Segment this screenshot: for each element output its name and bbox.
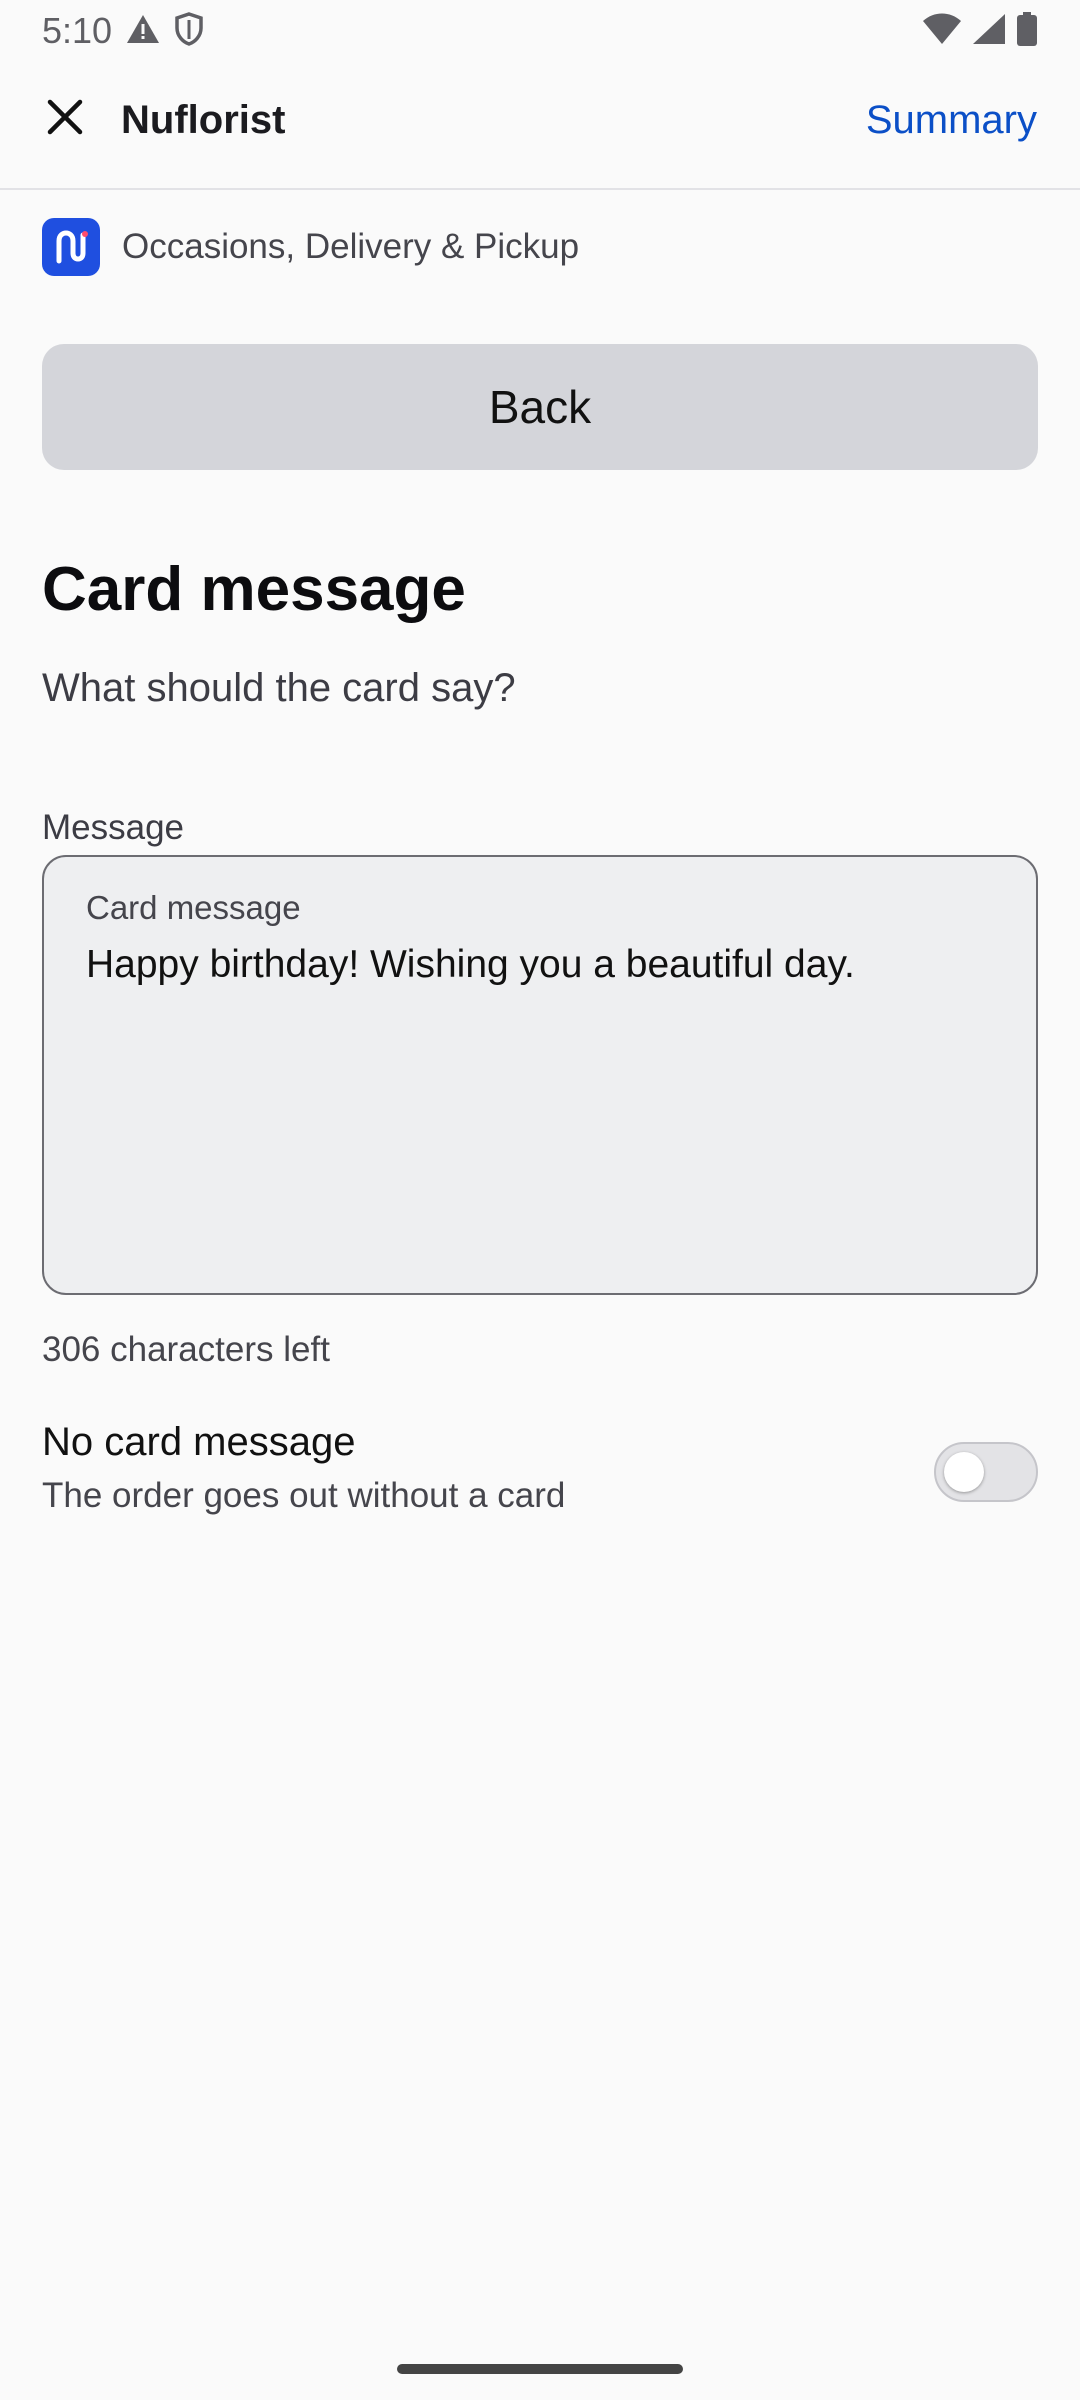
- breadcrumb-text: Occasions, Delivery & Pickup: [122, 227, 580, 266]
- breadcrumb: Occasions, Delivery & Pickup: [42, 218, 579, 276]
- no-card-message-row[interactable]: No card message The order goes out witho…: [42, 1420, 1038, 1530]
- close-icon: [46, 98, 84, 141]
- battery-icon: [1016, 11, 1038, 51]
- back-button[interactable]: Back: [42, 344, 1038, 470]
- page-title: Card message: [42, 555, 466, 624]
- warning-icon: [126, 14, 160, 49]
- app-title: Nuflorist: [121, 98, 286, 142]
- status-time: 5:10: [42, 10, 113, 51]
- message-field-label: Message: [42, 808, 185, 847]
- textarea-floating-label: Card message: [86, 889, 301, 926]
- top-app-bar: Nuflorist Summary: [0, 62, 1080, 190]
- status-bar: 5:10: [0, 0, 1080, 62]
- page-subtitle: What should the card say?: [42, 666, 516, 710]
- signal-icon: [972, 13, 1006, 50]
- card-message-screen: 5:10 Nuflorist Summary Occasions, Delive…: [0, 0, 1080, 2400]
- card-message-textarea[interactable]: Card message Happy birthday! Wishing you…: [42, 855, 1038, 1295]
- brand-logo-icon: [42, 218, 100, 276]
- summary-link[interactable]: Summary: [866, 98, 1037, 143]
- close-button[interactable]: [30, 84, 100, 154]
- switch-knob: [944, 1452, 984, 1492]
- no-card-message-switch[interactable]: [934, 1442, 1038, 1502]
- toggle-title: No card message: [42, 1420, 356, 1464]
- shield-icon: [174, 11, 204, 51]
- toggle-description: The order goes out without a card: [42, 1476, 566, 1515]
- home-indicator[interactable]: [397, 2364, 683, 2374]
- textarea-value[interactable]: Happy birthday! Wishing you a beautiful …: [86, 943, 994, 987]
- wifi-icon: [922, 13, 962, 50]
- characters-left-counter: 306 characters left: [42, 1330, 330, 1369]
